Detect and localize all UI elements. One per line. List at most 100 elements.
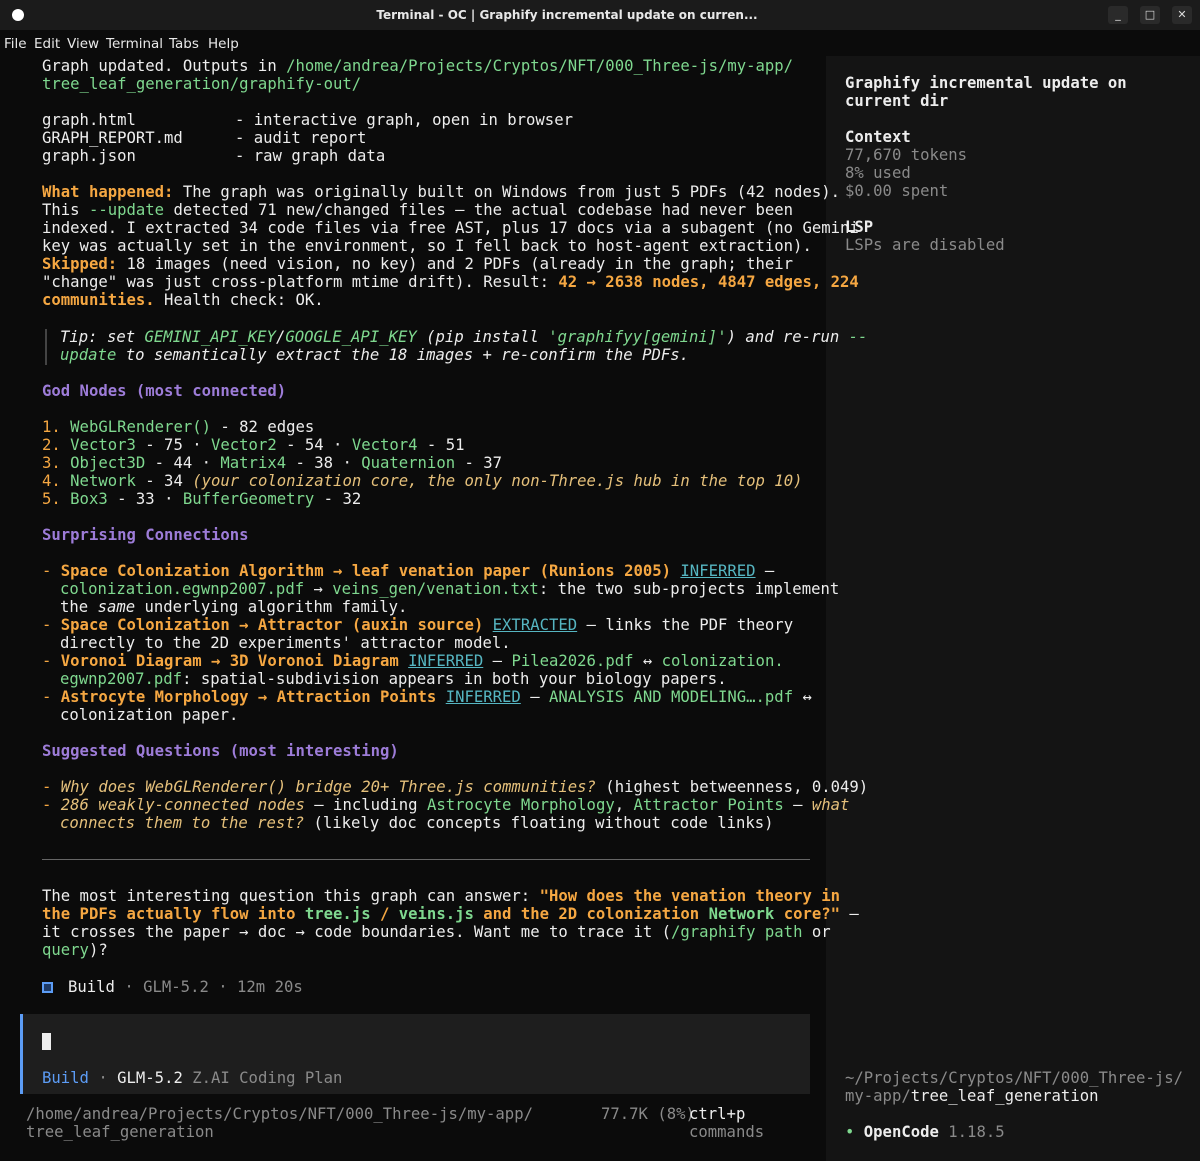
minimize-button[interactable]: _ [1108, 6, 1128, 24]
working-dir: ~/Projects/Cryptos/NFT/000_Three-js/ [845, 1069, 1183, 1087]
divider [42, 859, 810, 860]
footer-path: /home/andrea/Projects/Cryptos/NFT/000_Th… [26, 1105, 533, 1123]
text: (likely doc concepts floating without co… [304, 814, 774, 832]
list-number: 1. [42, 418, 61, 436]
inline-code: Astrocyte Morphology [426, 796, 615, 814]
text-line: connects them to the rest? (likely doc c… [60, 814, 774, 832]
separator: · [208, 978, 238, 996]
close-button[interactable]: ✕ [1172, 6, 1192, 24]
inline-code: /graphify path [671, 923, 803, 941]
file-name: GRAPH_REPORT.md [42, 129, 183, 147]
text-line: This --update detected 71 new/changed fi… [42, 201, 793, 219]
file-row: GRAPH_REPORT.md [42, 129, 183, 147]
app-version-line: • OpenCode 1.18.5 [845, 1123, 1005, 1141]
final-question-line: the PDFs actually flow into tree.js / ve… [42, 905, 859, 923]
question-highlight: core?" [774, 905, 841, 923]
text: - 34 [135, 472, 193, 490]
file-row: graph.json [42, 147, 136, 165]
context-spent: $0.00 spent [845, 182, 949, 200]
text: — [520, 688, 549, 706]
provider-name: Z.AI Coding Plan [182, 1069, 343, 1087]
node-name: Matrix4 [220, 454, 287, 472]
bullet-line: - 286 weakly-connected nodes — including… [42, 796, 849, 814]
agent-selector[interactable]: Build [42, 1069, 89, 1087]
text-line: colonization.egwnp2007.pdf → veins_gen/v… [60, 580, 839, 598]
text: (highest betweenness, 0.049) [595, 778, 869, 796]
separator: · [88, 1069, 118, 1087]
inline-code: ANALYSIS AND MODELING….pdf [548, 688, 794, 706]
separator: · [114, 978, 144, 996]
text-line: colonization paper. [60, 706, 239, 724]
node-name: Vector4 [351, 436, 418, 454]
text: This [42, 201, 89, 219]
text: , [614, 796, 634, 814]
tag-link[interactable]: INFERRED [446, 688, 521, 706]
text-line: indexed. I extracted 34 code files via f… [42, 219, 859, 237]
text: - 32 [314, 490, 362, 508]
menu-terminal[interactable]: Terminal [106, 36, 163, 52]
list-item: 3. Object3D - 44 · Matrix4 - 38 · Quater… [42, 454, 502, 472]
connection-title: Space Colonization → Attractor (auxin so… [60, 616, 484, 634]
suggested-heading: Suggested Questions (most interesting) [42, 742, 399, 760]
list-number: 2. [42, 436, 61, 454]
text: The graph was originally built on Window… [173, 183, 841, 201]
model-selector[interactable]: GLM-5.2 [117, 1069, 183, 1087]
list-item: 5. Box3 - 33 · BufferGeometry - 32 [42, 490, 361, 508]
connection-title: Space Colonization Algorithm → leaf vena… [60, 562, 672, 580]
list-number: 3. [42, 454, 61, 472]
menu-help[interactable]: Help [208, 36, 239, 52]
text: → [304, 580, 333, 598]
final-question-line: query)? [42, 941, 108, 959]
context-used: 8% used [845, 164, 911, 182]
text: 18 images (need vision, no key) and 2 PD… [117, 255, 794, 273]
final-question-line: it crosses the paper → doc → code bounda… [42, 923, 831, 941]
file-desc: - interactive graph, open in browser [235, 111, 573, 129]
question-highlight: the PDFs actually flow into [42, 905, 305, 923]
run-status: Build · GLM-5.2 · 12m 20s [68, 978, 303, 996]
lsp-status: LSPs are disabled [845, 236, 1005, 254]
text: - 38 · [286, 454, 362, 472]
tag-link[interactable]: EXTRACTED [493, 616, 578, 634]
text: - 33 · [107, 490, 183, 508]
tip-line: update to semantically extract the 18 im… [60, 346, 689, 364]
text: to semantically extract the 18 images + … [116, 346, 690, 364]
text: or [802, 923, 831, 941]
text: - 75 · [135, 436, 211, 454]
text-line: "change" was just cross-platform mtime d… [42, 273, 859, 291]
menu-file[interactable]: File [4, 36, 27, 52]
inline-code: Pilea2026.pdf [511, 652, 634, 670]
output-path[interactable]: /home/andrea/Projects/Cryptos/NFT/000_Th… [286, 57, 793, 75]
dir-current: tree_leaf_generation [910, 1087, 1099, 1105]
surprising-heading: Surprising Connections [42, 526, 249, 544]
bullet-line: - Voronoi Diagram → 3D Voronoi Diagram I… [42, 652, 784, 670]
bullet-line: - Space Colonization Algorithm → leaf ve… [42, 562, 774, 580]
text: — [783, 796, 812, 814]
bullet: - [42, 616, 61, 634]
inline-code: --update [88, 201, 165, 219]
menu-tabs[interactable]: Tabs [169, 36, 199, 52]
text: Health check: OK. [154, 291, 324, 309]
what-happened-line: What happened: The graph was originally … [42, 183, 840, 201]
question-text: Why does WebGLRenderer() bridge 20+ Thre… [60, 778, 596, 796]
tag-link[interactable]: INFERRED [408, 652, 483, 670]
text: ↔ [633, 652, 662, 670]
file-name: graph.html [42, 111, 136, 129]
menu-edit[interactable]: Edit [34, 36, 60, 52]
text: it crosses the paper → doc → code bounda… [42, 923, 672, 941]
commands-shortcut[interactable]: ctrl+p [689, 1105, 745, 1123]
inline-code: -- [848, 328, 868, 346]
question-text: connects them to the rest? [60, 814, 305, 832]
commands-label: commands [689, 1123, 765, 1141]
emphasis: same [97, 598, 136, 616]
maximize-button[interactable]: □ [1140, 6, 1160, 24]
question-highlight: and the 2D colonization [473, 905, 709, 923]
context-heading: Context [845, 128, 911, 146]
tag-link[interactable]: INFERRED [680, 562, 755, 580]
session-sidebar [826, 56, 1200, 1161]
output-path-cont[interactable]: tree_leaf_generation/graphify-out/ [42, 75, 361, 93]
question-text: what [811, 796, 850, 814]
node-name: Vector2 [211, 436, 277, 454]
final-question-line: The most interesting question this graph… [42, 887, 840, 905]
menu-view[interactable]: View [67, 36, 99, 52]
text: underlying algorithm family. [135, 598, 408, 616]
